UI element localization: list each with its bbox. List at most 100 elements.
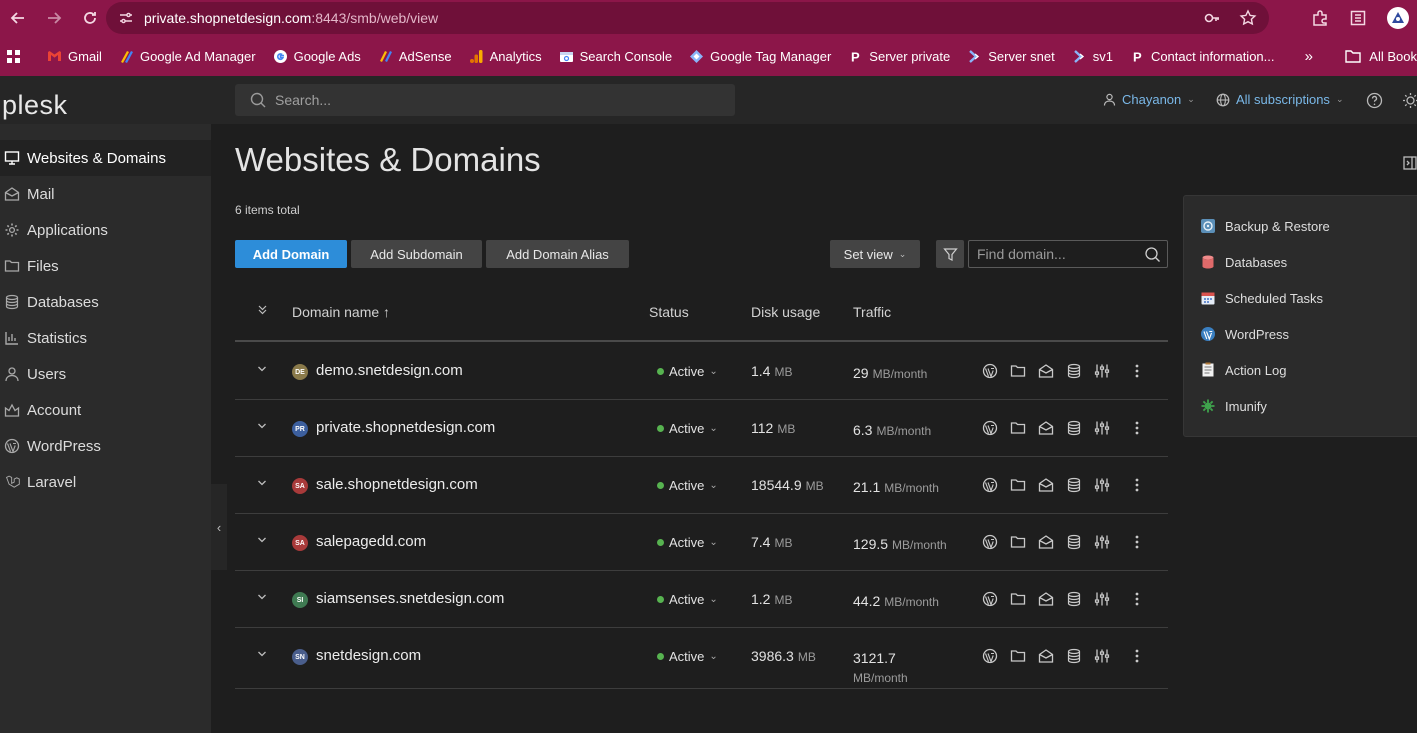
find-domain-input[interactable]: Find domain... (968, 240, 1168, 268)
database-icon[interactable] (1065, 533, 1083, 551)
forward-button[interactable] (36, 0, 72, 36)
settings-sliders-icon[interactable] (1093, 476, 1111, 494)
settings-sliders-icon[interactable] (1093, 647, 1111, 665)
domain-name-link[interactable]: siamsenses.snetdesign.com (316, 590, 504, 607)
star-icon[interactable] (1239, 9, 1257, 27)
all-bookmarks-folder[interactable]: All Book (1345, 36, 1417, 76)
folder-icon[interactable] (1009, 362, 1027, 380)
bookmark-5[interactable]: Search Console (559, 49, 672, 64)
chevron-down-icon[interactable] (257, 649, 267, 659)
bookmark-2[interactable]: Google Ads (273, 49, 361, 64)
database-icon[interactable] (1065, 362, 1083, 380)
wordpress-icon[interactable] (981, 476, 999, 494)
quick-link-action-log[interactable]: Action Log (1200, 360, 1286, 380)
quick-link-scheduled-tasks[interactable]: Scheduled Tasks (1200, 288, 1323, 308)
chevron-down-icon[interactable] (257, 592, 267, 602)
wordpress-icon[interactable] (981, 533, 999, 551)
key-icon[interactable] (1203, 9, 1221, 27)
reload-button[interactable] (72, 0, 108, 36)
status-dropdown[interactable]: Active ⌄ (657, 421, 718, 436)
bookmark-8[interactable]: Server snet (967, 49, 1055, 64)
database-icon[interactable] (1065, 647, 1083, 665)
settings-sliders-icon[interactable] (1093, 590, 1111, 608)
apps-shortcut[interactable] (6, 49, 21, 64)
set-view-button[interactable]: Set view ⌄ (830, 240, 920, 268)
folder-icon[interactable] (1009, 533, 1027, 551)
expand-all-icon[interactable] (257, 304, 268, 315)
sidebar-item-files[interactable]: Files (0, 248, 211, 284)
chevron-down-icon[interactable] (257, 364, 267, 374)
database-icon[interactable] (1065, 476, 1083, 494)
database-icon[interactable] (1065, 590, 1083, 608)
settings-sliders-icon[interactable] (1093, 533, 1111, 551)
add-subdomain-button[interactable]: Add Subdomain (351, 240, 482, 268)
mail-icon[interactable] (1037, 647, 1055, 665)
search-icon[interactable] (1144, 246, 1161, 263)
more-actions-icon[interactable] (1135, 421, 1139, 435)
bookmark-10[interactable]: P Contact information... (1130, 49, 1275, 64)
domain-name-link[interactable]: salepagedd.com (316, 533, 426, 550)
folder-icon[interactable] (1009, 590, 1027, 608)
mail-icon[interactable] (1037, 419, 1055, 437)
filter-button[interactable] (936, 240, 964, 268)
sidebar-item-laravel[interactable]: Laravel (0, 464, 211, 500)
plesk-logo[interactable]: plesk (2, 90, 68, 121)
bookmark-9[interactable]: sv1 (1072, 49, 1113, 64)
settings-sliders-icon[interactable] (1093, 362, 1111, 380)
column-domain-name[interactable]: Domain name ↑ (292, 304, 390, 320)
more-actions-icon[interactable] (1135, 364, 1139, 378)
status-dropdown[interactable]: Active ⌄ (657, 478, 718, 493)
mail-icon[interactable] (1037, 476, 1055, 494)
sidebar-item-users[interactable]: Users (0, 356, 211, 392)
quick-link-imunify[interactable]: Imunify (1200, 396, 1267, 416)
domain-name-link[interactable]: sale.shopnetdesign.com (316, 476, 478, 493)
sidebar-item-account[interactable]: Account (0, 392, 211, 428)
status-dropdown[interactable]: Active ⌄ (657, 364, 718, 379)
help-icon[interactable] (1366, 92, 1383, 109)
bookmark-3[interactable]: AdSense (378, 49, 452, 64)
domain-name-link[interactable]: demo.snetdesign.com (316, 362, 463, 379)
wordpress-icon[interactable] (981, 647, 999, 665)
side-panel-toggle[interactable] (1403, 156, 1417, 170)
more-actions-icon[interactable] (1135, 649, 1139, 663)
folder-icon[interactable] (1009, 476, 1027, 494)
domain-name-link[interactable]: private.shopnetdesign.com (316, 419, 495, 436)
address-bar[interactable]: private.shopnetdesign.com:8443/smb/web/v… (106, 2, 1269, 34)
sidebar-item-wordpress[interactable]: WordPress (0, 428, 211, 464)
sidebar-item-databases[interactable]: Databases (0, 284, 211, 320)
bookmark-7[interactable]: P Server private (848, 49, 950, 64)
quick-link-backup-restore[interactable]: Backup & Restore (1200, 216, 1330, 236)
folder-icon[interactable] (1009, 419, 1027, 437)
mail-icon[interactable] (1037, 590, 1055, 608)
status-dropdown[interactable]: Active ⌄ (657, 649, 718, 664)
sidebar-item-statistics[interactable]: Statistics (0, 320, 211, 356)
more-actions-icon[interactable] (1135, 535, 1139, 549)
folder-icon[interactable] (1009, 647, 1027, 665)
wordpress-icon[interactable] (981, 362, 999, 380)
sidebar-item-mail[interactable]: Mail (0, 176, 211, 212)
reading-list-icon[interactable] (1349, 9, 1367, 27)
more-actions-icon[interactable] (1135, 478, 1139, 492)
back-button[interactable] (0, 0, 36, 36)
chevron-down-icon[interactable] (257, 478, 267, 488)
wordpress-icon[interactable] (981, 419, 999, 437)
more-actions-icon[interactable] (1135, 592, 1139, 606)
bookmarks-overflow-button[interactable]: » (1305, 48, 1313, 65)
chevron-down-icon[interactable] (257, 421, 267, 431)
user-menu[interactable]: Chayanon ⌄ (1103, 92, 1195, 107)
bookmark-0[interactable]: Gmail (47, 49, 102, 64)
quick-link-databases[interactable]: Databases (1200, 252, 1287, 272)
quick-link-wordpress[interactable]: WordPress (1200, 324, 1289, 344)
database-icon[interactable] (1065, 419, 1083, 437)
bookmark-6[interactable]: Google Tag Manager (689, 49, 831, 64)
global-search-input[interactable]: Search... (235, 84, 735, 116)
settings-sliders-icon[interactable] (1093, 419, 1111, 437)
theme-toggle-icon[interactable] (1402, 92, 1417, 109)
status-dropdown[interactable]: Active ⌄ (657, 592, 718, 607)
wordpress-icon[interactable] (981, 590, 999, 608)
add-domain-alias-button[interactable]: Add Domain Alias (486, 240, 629, 268)
domain-name-link[interactable]: snetdesign.com (316, 647, 421, 664)
sidebar-item-websites-domains[interactable]: Websites & Domains (0, 140, 211, 176)
chevron-down-icon[interactable] (257, 535, 267, 545)
bookmark-4[interactable]: Analytics (469, 49, 542, 64)
